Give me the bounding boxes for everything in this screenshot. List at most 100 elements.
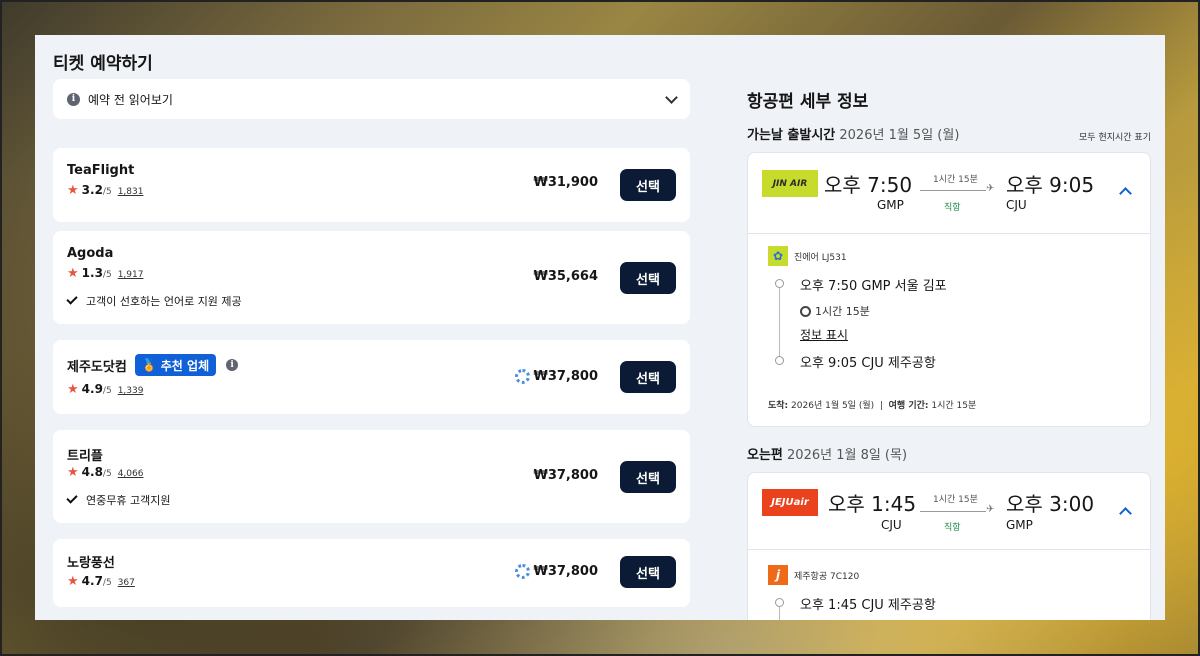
divider xyxy=(748,549,1150,550)
select-button[interactable]: 선택 xyxy=(620,262,676,294)
review-count-link[interactable]: 1,831 xyxy=(118,187,144,197)
departure-time: 오후 1:45 xyxy=(828,492,917,516)
price: ₩37,800 xyxy=(533,468,598,483)
flight-duration: 1시간 15분 xyxy=(933,175,978,185)
price-value: ₩37,800 xyxy=(533,468,598,483)
price-value: ₩37,800 xyxy=(533,369,598,384)
info-icon[interactable]: i xyxy=(226,359,239,371)
leg-duration-text: 1시간 15분 xyxy=(815,305,870,318)
arrival-detail: 오후 9:05 CJU 제주공항 xyxy=(800,356,936,371)
select-button[interactable]: 선택 xyxy=(620,169,676,201)
departure-detail: 오후 1:45 CJU 제주공항 xyxy=(800,598,936,613)
outbound-label: 가는날 출발시간 xyxy=(747,128,836,143)
chevron-down-icon xyxy=(665,90,678,104)
clock-icon xyxy=(800,305,811,317)
chevron-up-icon[interactable] xyxy=(1119,507,1132,520)
review-count-link[interactable]: 367 xyxy=(118,578,135,588)
arrival-label: 도착: xyxy=(768,401,789,411)
plane-icon: ✈ xyxy=(986,183,995,194)
timeline-dot xyxy=(775,598,784,607)
price-value: ₩31,900 xyxy=(533,175,598,190)
feature-text: 연중무휴 고객지원 xyxy=(86,494,171,507)
accordion-label: 예약 전 읽어보기 xyxy=(88,92,173,107)
price: ₩37,800 xyxy=(515,564,598,579)
arrival-code: CJU xyxy=(1006,198,1027,212)
booking-panel: 티켓 예약하기 i 예약 전 읽어보기 TeaFlight ★ 3.2 /5 1… xyxy=(35,35,1165,620)
timeline-line xyxy=(779,284,780,360)
check-icon xyxy=(66,293,78,305)
rating-score: 4.9 xyxy=(81,382,103,396)
page-title: 티켓 예약하기 xyxy=(53,54,153,74)
outbound-header: 가는날 출발시간 2026년 1월 5일 (월) xyxy=(747,124,959,143)
flight-number: 진에어 LJ531 xyxy=(794,253,847,263)
select-button[interactable]: 선택 xyxy=(620,461,676,493)
price-value: ₩37,800 xyxy=(533,564,598,579)
provider-card: 노랑풍선 ★ 4.7 /5 367 ₩37,800 선택 xyxy=(53,539,690,607)
departure-code: GMP xyxy=(877,198,904,212)
chevron-up-icon[interactable] xyxy=(1119,187,1132,200)
star-icon: ★ xyxy=(67,382,79,397)
stops-label: 직항 xyxy=(944,523,961,533)
badge-label: 추천 업체 xyxy=(160,358,210,373)
recommended-badge: 🏅 추천 업체 xyxy=(134,354,217,376)
flight-duration: 1시간 15분 xyxy=(933,495,978,505)
rating-scale: /5 xyxy=(102,578,112,588)
jejuair-logo: JEJUair xyxy=(762,489,818,516)
provider-name: TeaFlight xyxy=(67,163,135,178)
price: ₩31,900 xyxy=(533,175,598,190)
review-count-link[interactable]: 4,066 xyxy=(118,469,144,479)
jinair-logo: JIN AIR xyxy=(762,170,818,197)
review-count-link[interactable]: 1,339 xyxy=(118,386,144,396)
flight-number: 제주항공 7C120 xyxy=(794,572,860,582)
star-icon: ★ xyxy=(67,183,79,198)
rating-scale: /5 xyxy=(102,386,112,396)
jinair-small-logo: ✿ xyxy=(768,246,788,266)
departure-detail: 오후 7:50 GMP 서울 김포 xyxy=(800,279,947,294)
inbound-date: 2026년 1월 8일 (목) xyxy=(787,448,908,463)
review-count-link[interactable]: 1,917 xyxy=(118,270,144,280)
rating-scale: /5 xyxy=(102,270,112,280)
departure-time: 오후 7:50 xyxy=(824,173,913,197)
arrival-time: 오후 3:00 xyxy=(1006,492,1095,516)
rating-score: 4.7 xyxy=(81,574,103,588)
rating-scale: /5 xyxy=(102,469,112,479)
read-before-booking-accordion[interactable]: i 예약 전 읽어보기 xyxy=(53,79,690,119)
provider-name: 트리플 xyxy=(67,449,103,464)
provider-feature: 연중무휴 고객지원 xyxy=(66,492,171,508)
price-value: ₩35,664 xyxy=(533,269,598,284)
rating-scale: /5 xyxy=(102,187,112,197)
flight-details-title: 항공편 세부 정보 xyxy=(747,92,869,112)
arrival-value: 2026년 1월 5일 (월) xyxy=(791,401,875,411)
arrival-code: GMP xyxy=(1006,518,1033,532)
provider-name: 노랑풍선 xyxy=(67,556,115,571)
medal-icon: 🏅 xyxy=(141,358,157,372)
provider-name: 제주도닷컴 xyxy=(67,359,127,375)
price: ₩37,800 xyxy=(515,369,598,384)
check-icon xyxy=(66,492,78,504)
divider xyxy=(748,233,1150,234)
select-button[interactable]: 선택 xyxy=(620,556,676,588)
loading-spinner-icon xyxy=(515,369,531,384)
select-button[interactable]: 선택 xyxy=(620,361,676,393)
provider-name: Agoda xyxy=(67,246,114,261)
provider-card: TeaFlight ★ 3.2 /5 1,831 ₩31,900 선택 xyxy=(53,148,690,222)
jejuair-small-logo: j xyxy=(768,565,788,585)
travel-value: 1시간 15분 xyxy=(931,401,977,411)
route-line xyxy=(920,511,986,512)
provider-rating: ★ 4.9 /5 1,339 xyxy=(67,382,143,397)
timeline-dot xyxy=(775,279,784,288)
show-details-link[interactable]: 정보 표시 xyxy=(800,326,848,343)
provider-name-row: 제주도닷컴 🏅 추천 업체 i xyxy=(67,354,239,376)
star-icon: ★ xyxy=(67,266,79,281)
leg-duration: 1시간 15분 xyxy=(800,303,870,319)
route-line xyxy=(920,190,986,191)
plane-icon: ✈ xyxy=(986,504,995,515)
info-icon: i xyxy=(67,92,80,106)
provider-card-recommended: 제주도닷컴 🏅 추천 업체 i ★ 4.9 /5 1,339 ₩37,800 선… xyxy=(53,340,690,414)
stops-label: 직항 xyxy=(944,203,961,213)
inbound-header: 오는편 2026년 1월 8일 (목) xyxy=(747,444,907,463)
inbound-label: 오는편 xyxy=(747,448,783,463)
provider-rating: ★ 4.8 /5 4,066 xyxy=(67,465,143,480)
provider-card: Agoda ★ 1.3 /5 1,917 고객이 선호하는 언어로 지원 제공 … xyxy=(53,231,690,324)
arrival-summary: 도착: 2026년 1월 5일 (월) | 여행 기간: 1시간 15분 xyxy=(768,401,977,411)
